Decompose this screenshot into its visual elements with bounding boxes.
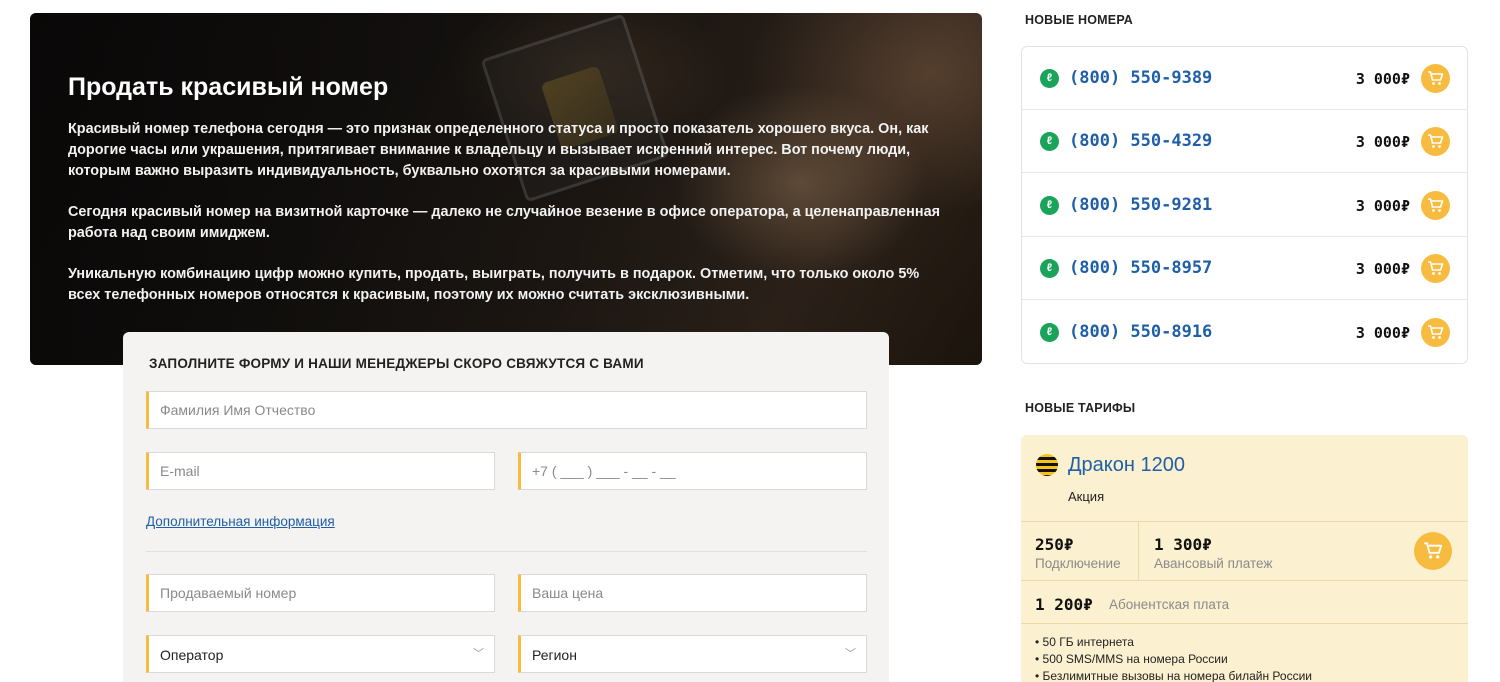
chevron-down-icon: ﹀ [845,648,856,660]
region-select[interactable]: Регион ﹀ [518,635,867,673]
connection-price: 250₽ [1035,535,1074,554]
phone-input[interactable] [521,453,866,489]
number-item[interactable]: ℓ (800) 550-9389 3 000₽ [1022,47,1467,110]
new-numbers-heading: НОВЫЕ НОМЕРА [1025,13,1133,27]
operator-logo-icon: ℓ [1040,323,1059,342]
cart-icon [1428,325,1444,339]
chevron-down-icon: ﹀ [473,648,484,660]
number-item[interactable]: ℓ (800) 550-9281 3 000₽ [1022,174,1467,237]
feature-item: • Безлимитные вызовы на номера билайн Ро… [1035,669,1312,682]
number-price: 3 000₽ [1355,324,1410,342]
sell-number-form: ЗАПОЛНИТЕ ФОРМУ И НАШИ МЕНЕДЖЕРЫ СКОРО С… [123,332,889,682]
page-title: Продать красивый номер [68,73,389,101]
phone-number[interactable]: (800) 550-9281 [1069,195,1212,215]
cart-button[interactable] [1421,254,1450,283]
cart-icon [1428,134,1444,148]
feature-item: • 500 SMS/MMS на номера России [1035,652,1228,666]
new-tariffs-heading: НОВЫЕ ТАРИФЫ [1025,401,1136,415]
fio-field[interactable] [146,391,867,429]
cart-icon [1428,71,1444,85]
cart-icon [1428,198,1444,212]
operator-logo-icon: ℓ [1040,69,1059,88]
operator-logo-icon: ℓ [1040,196,1059,215]
advance-payment-price: 1 300₽ [1154,535,1212,554]
tariff-card: Дракон 1200 Акция 250₽ Подключение 1 300… [1021,435,1468,682]
price-field[interactable] [518,574,867,612]
tariff-name[interactable]: Дракон 1200 [1068,454,1185,477]
number-price: 3 000₽ [1355,70,1410,88]
cart-icon [1428,261,1444,275]
cart-button[interactable] [1421,318,1450,347]
hero-paragraph: Сегодня красивый номер на визитной карто… [68,204,940,241]
region-select-label: Регион [532,647,577,663]
sold-number-input[interactable] [149,575,494,611]
form-title: ЗАПОЛНИТЕ ФОРМУ И НАШИ МЕНЕДЖЕРЫ СКОРО С… [149,356,644,371]
phone-number[interactable]: (800) 550-8916 [1069,322,1212,342]
hero-paragraph: Красивый номер телефона сегодня — это пр… [68,121,929,179]
number-price: 3 000₽ [1355,133,1410,151]
hero-banner: Продать красивый номер Красивый номер те… [30,13,982,365]
connection-label: Подключение [1035,556,1121,571]
cart-button[interactable] [1421,127,1450,156]
monthly-fee-price: 1 200₽ [1035,595,1093,614]
number-item[interactable]: ℓ (800) 550-4329 3 000₽ [1022,110,1467,173]
price-input[interactable] [521,575,866,611]
email-field[interactable] [146,452,495,490]
advance-payment-label: Авансовый платеж [1154,556,1273,571]
email-input[interactable] [149,453,494,489]
number-price: 3 000₽ [1355,260,1410,278]
tariff-cart-button[interactable] [1414,532,1452,570]
operator-select-label: Оператор [160,647,224,663]
number-item[interactable]: ℓ (800) 550-8916 3 000₽ [1022,301,1467,364]
phone-number[interactable]: (800) 550-9389 [1069,68,1212,88]
feature-item: • 50 ГБ интернета [1035,635,1134,649]
cart-button[interactable] [1421,64,1450,93]
beeline-logo-icon [1036,454,1058,476]
monthly-fee-label: Абонентская плата [1109,597,1230,612]
sold-number-field[interactable] [146,574,495,612]
operator-select[interactable]: Оператор ﹀ [146,635,495,673]
additional-info-link[interactable]: Дополнительная информация [146,514,335,529]
phone-field[interactable] [518,452,867,490]
cart-button[interactable] [1421,191,1450,220]
new-numbers-list: ℓ (800) 550-9389 3 000₽ ℓ (800) 550-4329… [1021,46,1468,364]
hero-paragraph: Уникальную комбинацию цифр можно купить,… [68,266,920,303]
operator-logo-icon: ℓ [1040,132,1059,151]
phone-number[interactable]: (800) 550-4329 [1069,131,1212,151]
fio-input[interactable] [149,392,866,428]
cart-icon [1424,542,1443,559]
tariff-features: • 50 ГБ интернета • 500 SMS/MMS на номер… [1035,634,1312,682]
tariff-promo-badge: Акция [1068,489,1105,504]
page: Продать красивый номер Красивый номер те… [0,0,1500,682]
phone-number[interactable]: (800) 550-8957 [1069,258,1212,278]
number-item[interactable]: ℓ (800) 550-8957 3 000₽ [1022,237,1467,300]
number-price: 3 000₽ [1355,197,1410,215]
divider [146,551,867,552]
hero-description: Красивый номер телефона сегодня — это пр… [68,119,948,326]
operator-logo-icon: ℓ [1040,259,1059,278]
